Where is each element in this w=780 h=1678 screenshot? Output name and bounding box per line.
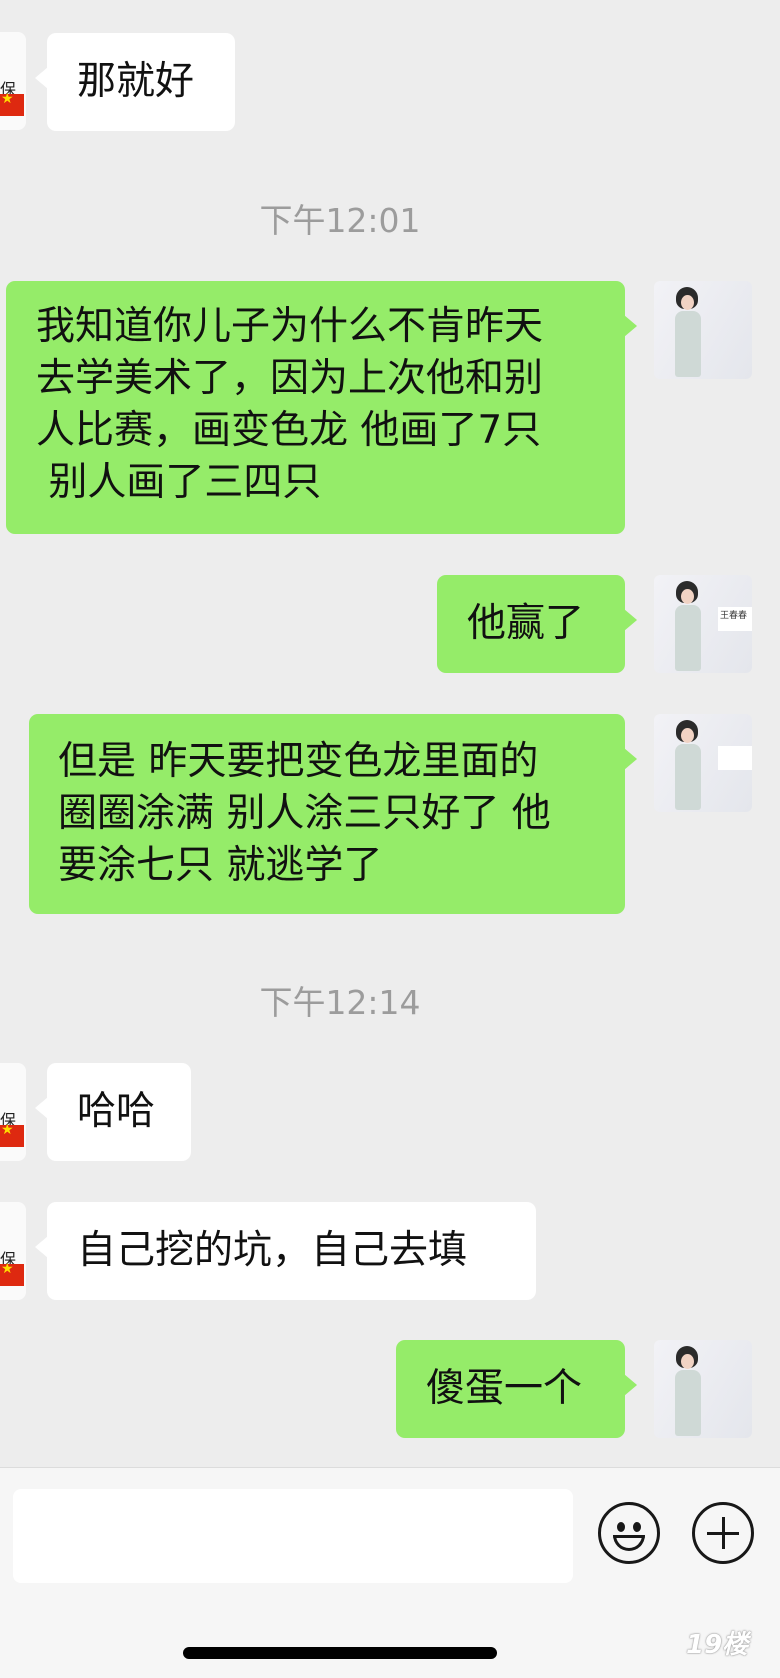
message-line: 要涂七只 就逃学了 [58, 843, 383, 888]
plus-bar [722, 1517, 725, 1549]
smiley-eye [617, 1522, 625, 1532]
chat-area[interactable]: 保 ★ 那就好 下午12:01 我知道你儿子为什么不肯昨天 去学美术了，因为上次… [0, 0, 780, 1466]
avatar-figure [675, 311, 701, 377]
avatar-face [681, 295, 694, 310]
message-bubble-sent[interactable]: 傻蛋一个 [396, 1340, 637, 1438]
message-line: 但是 昨天要把变色龙里面的 [58, 739, 539, 784]
smiley-icon[interactable] [598, 1502, 660, 1564]
message-bubble-sent[interactable]: 我知道你儿子为什么不肯昨天 去学美术了，因为上次他和别 人比赛，画变色龙 他画了… [6, 281, 637, 534]
avatar-face [681, 1354, 694, 1369]
message-bubble-sent[interactable]: 他赢了 [437, 575, 637, 673]
my-avatar[interactable] [654, 714, 752, 812]
contact-avatar[interactable]: 保 ★ [0, 32, 26, 130]
contact-avatar[interactable]: 保 ★ [0, 1063, 26, 1161]
message-bubble-received[interactable]: 那就好 [35, 33, 235, 131]
timestamp: 下午12:14 [259, 983, 421, 1022]
my-avatar[interactable]: 王春春 [654, 575, 752, 673]
smiley-eye [633, 1522, 641, 1532]
avatar-figure [675, 605, 701, 671]
plus-circle-icon[interactable] [692, 1502, 754, 1564]
my-avatar[interactable] [654, 1340, 752, 1438]
avatar-figure [675, 744, 701, 810]
avatar-figure [675, 1370, 701, 1436]
message-text: 哈哈 [77, 1089, 156, 1134]
message-input[interactable] [13, 1489, 573, 1583]
watermark-logo: 19楼 [686, 1630, 749, 1660]
message-bubble-received[interactable]: 哈哈 [35, 1063, 191, 1161]
message-text: 傻蛋一个 [426, 1366, 583, 1411]
message-text: 自己挖的坑，自己去填 [77, 1228, 468, 1273]
avatar-face [681, 728, 694, 743]
message-line: 我知道你儿子为什么不肯昨天 [36, 304, 544, 349]
message-line: 人比赛，画变色龙 他画了7只 [36, 408, 542, 453]
message-line: 圈圈涂满 别人涂三只好了 他 [58, 791, 551, 836]
message-bubble-sent[interactable]: 但是 昨天要把变色龙里面的 圈圈涂满 别人涂三只好了 他 要涂七只 就逃学了 [29, 714, 637, 914]
message-line: 别人画了三四只 [36, 460, 322, 505]
star-icon: ★ [1, 91, 14, 107]
contact-avatar[interactable]: 保 ★ [0, 1202, 26, 1300]
avatar-face [681, 589, 694, 604]
star-icon: ★ [1, 1122, 14, 1138]
my-avatar[interactable] [654, 281, 752, 379]
avatar-name-card [718, 746, 752, 770]
message-text: 他赢了 [467, 601, 585, 646]
timestamp: 下午12:01 [259, 201, 421, 240]
message-text: 那就好 [77, 59, 195, 104]
smiley-mouth [613, 1535, 645, 1551]
message-bubble-received[interactable]: 自己挖的坑，自己去填 [35, 1202, 536, 1300]
star-icon: ★ [1, 1261, 14, 1277]
message-line: 去学美术了，因为上次他和别 [36, 356, 544, 401]
home-indicator[interactable] [183, 1647, 497, 1659]
avatar-name: 王春春 [720, 611, 748, 621]
